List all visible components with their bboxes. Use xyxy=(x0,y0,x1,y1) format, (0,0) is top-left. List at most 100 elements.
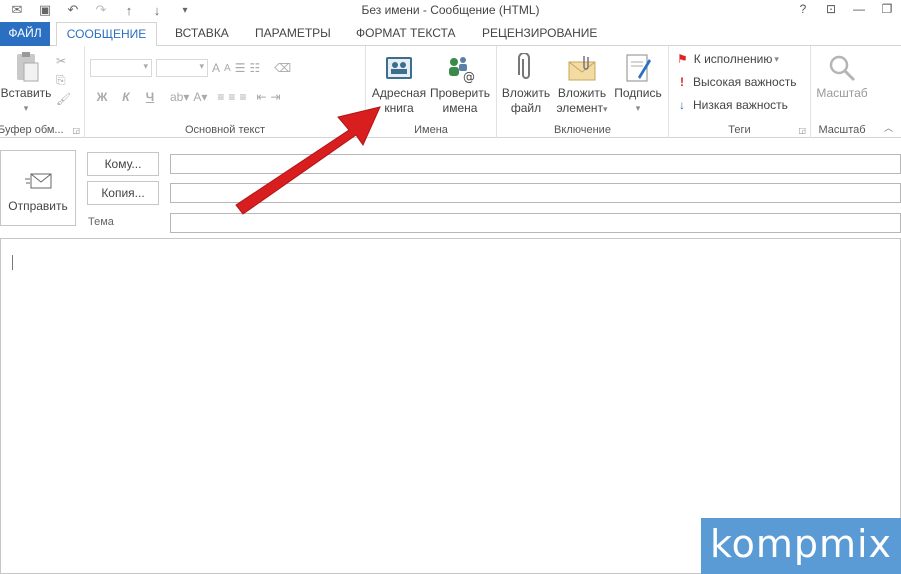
collapse-ribbon-icon[interactable]: ︿ xyxy=(884,121,893,134)
signature-icon xyxy=(611,50,665,86)
paste-button[interactable]: Вставить ▾ xyxy=(0,50,52,116)
flag-icon: ⚑ xyxy=(677,52,688,66)
title-bar: ✉ ▣ ↶ ↷ ↑ ↓ ▾ Без имени - Сообщение (HTM… xyxy=(0,0,901,20)
follow-up-label: К исполнению xyxy=(693,52,773,66)
ribbon: Вставить ▾ ✂ ⎘ 🖌 Буфер обм... ◲ A A ☰ ☷ … xyxy=(0,46,901,138)
address-book-icon xyxy=(368,50,430,86)
paste-dropdown-icon: ▾ xyxy=(23,103,29,113)
group-basic-text: A A ☰ ☷ ⌫ Ж К Ч ab▾ A▾ ≡ ≡ ≡ ⇤ ⇥ Основно… xyxy=(85,46,366,138)
text-cursor xyxy=(12,255,13,270)
watermark-logo: kompmix xyxy=(701,518,901,574)
to-field[interactable] xyxy=(170,154,901,174)
send-button[interactable]: Отправить xyxy=(0,150,76,226)
increase-indent-icon[interactable]: ⇥ xyxy=(271,90,281,104)
check-names-button[interactable]: @ Проверить имена xyxy=(428,50,492,116)
copy-icon[interactable]: ⎘ xyxy=(56,71,71,90)
subject-field[interactable] xyxy=(170,213,901,233)
align-center-icon[interactable]: ≡ xyxy=(228,90,235,104)
subject-label: Тема xyxy=(88,216,114,228)
tab-review[interactable]: РЕЦЕНЗИРОВАНИЕ xyxy=(470,22,609,46)
group-clipboard: Вставить ▾ ✂ ⎘ 🖌 Буфер обм... ◲ xyxy=(0,46,85,138)
cut-icon[interactable]: ✂ xyxy=(56,52,71,71)
attach-item-dropdown-icon: ▾ xyxy=(603,104,608,114)
envelope-attach-icon xyxy=(553,50,611,86)
numbering-icon[interactable]: ☷ xyxy=(249,61,260,75)
tags-launcher-icon[interactable]: ◲ xyxy=(798,126,806,135)
align-left-icon[interactable]: ≡ xyxy=(217,90,224,104)
address-book-label-1: Адресная xyxy=(371,86,427,100)
low-importance-label: Низкая важность xyxy=(693,98,788,112)
down-arrow-importance-icon: ↓ xyxy=(679,98,685,112)
grow-font-icon[interactable]: A xyxy=(212,61,220,75)
highlight-icon[interactable]: ab▾ xyxy=(170,90,189,104)
high-importance-button[interactable]: ! Высокая важность xyxy=(677,75,796,89)
paste-label: Вставить xyxy=(0,86,52,100)
to-button[interactable]: Кому... xyxy=(87,152,159,176)
clipboard-launcher-icon[interactable]: ◲ xyxy=(72,126,80,135)
zoom-button[interactable]: Масштаб xyxy=(811,50,873,101)
check-names-icon: @ xyxy=(428,50,492,86)
check-names-label-2: имена xyxy=(442,101,478,115)
basic-text-launcher-icon[interactable]: ◲ xyxy=(353,126,361,135)
send-label: Отправить xyxy=(8,199,68,213)
address-book-label-2: книга xyxy=(384,101,414,115)
check-names-label-1: Проверить xyxy=(429,86,490,100)
group-include: Вложить файл Вложить элемент▾ Подпись ▾ … xyxy=(497,46,669,138)
decrease-indent-icon[interactable]: ⇤ xyxy=(256,90,266,104)
italic-button[interactable]: К xyxy=(116,90,136,104)
restore-icon[interactable]: ❐ xyxy=(873,0,901,18)
minimize-icon[interactable]: — xyxy=(845,0,873,18)
follow-up-dropdown-icon: ▾ xyxy=(774,53,779,64)
high-importance-label: Высокая важность xyxy=(693,75,797,89)
attach-item-label-1: Вложить xyxy=(557,86,607,100)
low-importance-button[interactable]: ↓ Низкая важность xyxy=(677,98,788,112)
underline-button[interactable]: Ч xyxy=(140,90,160,104)
help-icon[interactable]: ? xyxy=(789,0,817,18)
group-label-zoom: Масштаб xyxy=(818,124,866,136)
tab-format-text[interactable]: ФОРМАТ ТЕКСТА xyxy=(344,22,467,46)
tab-options[interactable]: ПАРАМЕТРЫ xyxy=(243,22,343,46)
magnifier-icon xyxy=(811,50,873,86)
ribbon-display-icon[interactable]: ⊡ xyxy=(817,0,845,18)
group-zoom: Масштаб Масштаб xyxy=(811,46,873,138)
shrink-font-icon[interactable]: A xyxy=(224,63,231,74)
cc-button[interactable]: Копия... xyxy=(87,181,159,205)
tab-file[interactable]: ФАЙЛ xyxy=(0,22,50,46)
address-book-button[interactable]: Адресная книга xyxy=(368,50,430,116)
bullets-icon[interactable]: ☰ xyxy=(235,61,246,75)
tab-message[interactable]: СООБЩЕНИЕ xyxy=(56,22,157,47)
signature-dropdown-icon: ▾ xyxy=(635,103,641,113)
exclamation-icon: ! xyxy=(680,75,684,89)
group-tags: ⚑ К исполнению ▾ ! Высокая важность ↓ Ни… xyxy=(669,46,811,138)
font-family-dropdown[interactable] xyxy=(90,59,152,77)
bold-button[interactable]: Ж xyxy=(92,90,112,104)
clear-formatting-icon[interactable]: ⌫ xyxy=(274,61,291,75)
cc-field[interactable] xyxy=(170,183,901,203)
font-color-icon[interactable]: A▾ xyxy=(193,90,207,104)
group-label-tags: Теги xyxy=(728,124,751,136)
follow-up-button[interactable]: ⚑ К исполнению ▾ xyxy=(677,52,779,66)
attach-file-label-2: файл xyxy=(510,101,542,115)
signature-label: Подпись xyxy=(614,86,662,100)
group-names: Адресная книга @ Проверить имена Имена xyxy=(366,46,497,138)
ribbon-tabs: ФАЙЛ СООБЩЕНИЕ ВСТАВКА ПАРАМЕТРЫ ФОРМАТ … xyxy=(0,20,901,47)
font-size-dropdown[interactable] xyxy=(156,59,208,77)
align-right-icon[interactable]: ≡ xyxy=(239,90,246,104)
paperclip-icon xyxy=(499,50,553,86)
attach-item-button[interactable]: Вложить элемент▾ xyxy=(553,50,611,117)
group-label-names: Имена xyxy=(414,124,448,136)
group-label-include: Включение xyxy=(554,124,611,136)
tab-insert[interactable]: ВСТАВКА xyxy=(163,22,241,46)
window-controls: ? ⊡ — ❐ xyxy=(789,0,901,18)
attach-file-button[interactable]: Вложить файл xyxy=(499,50,553,116)
paste-icon xyxy=(0,50,52,86)
window-title: Без имени - Сообщение (HTML) xyxy=(361,3,540,17)
svg-text:@: @ xyxy=(463,70,475,83)
group-label-basic-text: Основной текст xyxy=(185,124,265,136)
signature-button[interactable]: Подпись ▾ xyxy=(611,50,665,116)
attach-file-label-1: Вложить xyxy=(501,86,551,100)
format-painter-icon[interactable]: 🖌 xyxy=(56,90,71,109)
zoom-label: Масштаб xyxy=(816,86,868,100)
attach-item-label-2: элемент xyxy=(556,101,604,115)
send-envelope-icon xyxy=(25,171,53,194)
